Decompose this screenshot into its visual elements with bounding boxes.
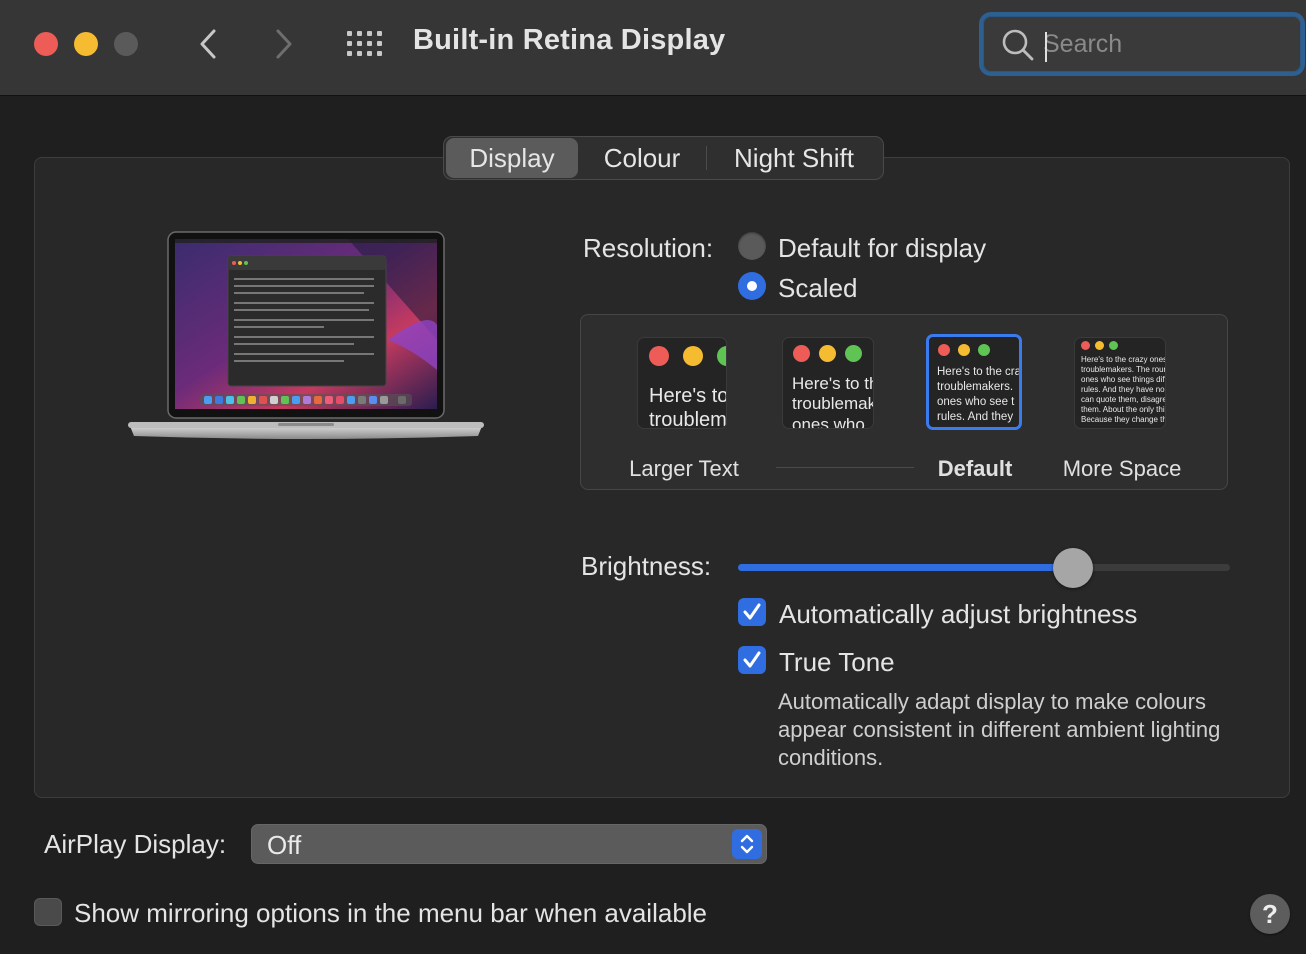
default-for-display-radio[interactable]	[738, 232, 766, 260]
checkmark-icon	[743, 603, 761, 620]
tab-colour[interactable]: Colour	[578, 138, 706, 178]
brightness-slider-knob[interactable]	[1052, 548, 1093, 588]
tab-bar: Display Colour Night Shift	[443, 136, 884, 180]
scale-preview-text: Here's to the crazy troublemakers. ones …	[937, 366, 1022, 423]
scale-label-larger-text: Larger Text	[629, 456, 739, 481]
scale-preview-text: Here's to the crazy troublemakers	[649, 385, 727, 429]
scale-preview-text: Here's to the crazy ones troublemakers. …	[1081, 355, 1166, 424]
chevron-left-icon	[200, 29, 216, 59]
chevron-right-icon	[276, 29, 292, 59]
brightness-label: Brightness:	[581, 551, 712, 581]
brightness-slider[interactable]	[738, 564, 1230, 571]
airplay-display-select[interactable]: Off	[251, 824, 767, 864]
auto-brightness-label[interactable]: Automatically adjust brightness	[779, 599, 1137, 630]
search-input[interactable]	[1043, 24, 1293, 64]
help-button[interactable]: ?	[1250, 894, 1290, 934]
resolution-label: Resolution:	[583, 233, 714, 263]
zoom-window-button	[114, 32, 138, 56]
minimize-window-button[interactable]	[74, 32, 98, 56]
search-icon	[1002, 29, 1034, 61]
tab-display[interactable]: Display	[446, 138, 578, 178]
window-title: Built-in Retina Display	[413, 24, 726, 56]
forward-button[interactable]	[268, 26, 298, 62]
scale-option-default[interactable]: Here's to the crazy troublemakers. ones …	[926, 334, 1022, 430]
airplay-display-value: Off	[267, 830, 302, 860]
scale-label-more-space: More Space	[1062, 456, 1182, 481]
auto-brightness-checkbox[interactable]	[738, 598, 766, 626]
title-bar: Built-in Retina Display	[0, 0, 1306, 96]
tab-night-shift[interactable]: Night Shift	[707, 138, 881, 178]
grid-icon	[347, 31, 382, 56]
scaled-label[interactable]: Scaled	[778, 273, 858, 304]
airplay-display-label: AirPlay Display:	[44, 829, 227, 859]
back-button[interactable]	[194, 26, 224, 62]
mirroring-options-label[interactable]: Show mirroring options in the menu bar w…	[74, 898, 707, 929]
macbook-display-image	[128, 231, 484, 439]
scale-option-more-space[interactable]: Here's to the crazy ones troublemakers. …	[1074, 337, 1166, 429]
show-all-button[interactable]	[346, 30, 384, 58]
scale-label-default: Default	[937, 456, 1013, 481]
scale-preview-text: Here's to the troublemakers. ones who	[792, 374, 874, 429]
default-for-display-label[interactable]: Default for display	[778, 233, 986, 264]
scaled-radio[interactable]	[738, 272, 766, 300]
search-field[interactable]	[979, 12, 1305, 76]
scale-option-2[interactable]: Here's to the troublemakers. ones who	[782, 337, 874, 429]
scale-divider	[776, 467, 914, 468]
scale-option-larger-text[interactable]: Here's to the crazy troublemakers	[637, 337, 727, 429]
mirroring-options-checkbox[interactable]	[34, 898, 62, 926]
true-tone-checkbox[interactable]	[738, 646, 766, 674]
true-tone-label[interactable]: True Tone	[779, 647, 895, 678]
brightness-slider-fill	[738, 564, 1073, 571]
close-window-button[interactable]	[34, 32, 58, 56]
true-tone-description: Automatically adapt display to make colo…	[778, 689, 1221, 770]
text-caret	[1045, 32, 1047, 62]
select-arrows-icon	[732, 829, 762, 859]
checkmark-icon	[743, 651, 761, 668]
